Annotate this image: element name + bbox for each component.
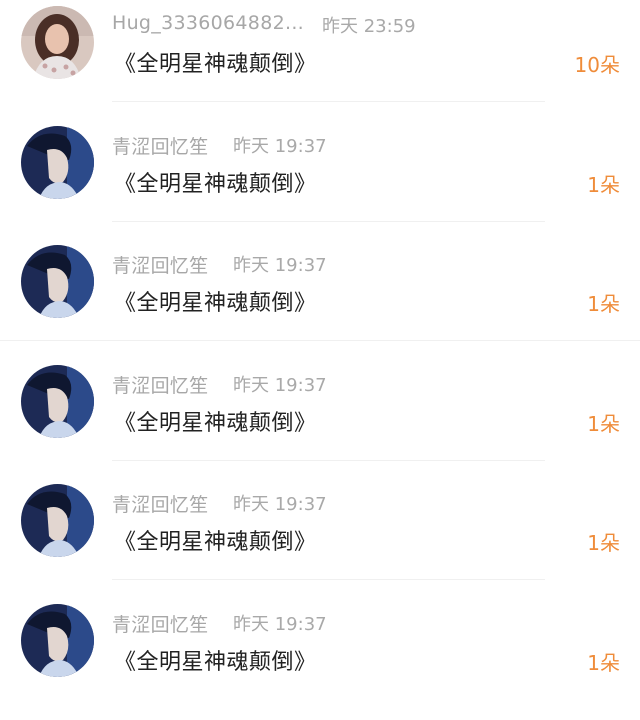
divider <box>112 579 545 580</box>
flower-count: 1朵 <box>587 173 620 197</box>
timestamp: 昨天 19:37 <box>233 494 327 515</box>
divider <box>112 460 545 461</box>
username[interactable]: Hug_3336064882... <box>112 12 304 34</box>
gift-notification-list: Hug_3336064882... 昨天 23:59 《全明星神魂颠倒》 10朵… <box>0 0 640 720</box>
gift-book-title[interactable]: 《全明星神魂颠倒》 <box>114 166 317 198</box>
flower-count: 1朵 <box>587 531 620 555</box>
notification-row[interactable]: 青涩回忆笙 昨天 19:37 《全明星神魂颠倒》 1朵 <box>0 598 640 718</box>
notification-row[interactable]: 青涩回忆笙 昨天 19:37 《全明星神魂颠倒》 1朵 <box>0 120 640 240</box>
gift-book-title[interactable]: 《全明星神魂颠倒》 <box>114 46 317 78</box>
timestamp: 昨天 19:37 <box>233 136 327 157</box>
male-profile-avatar[interactable] <box>21 245 94 318</box>
username[interactable]: 青涩回忆笙 <box>112 490 209 517</box>
male-profile-avatar[interactable] <box>21 126 94 199</box>
divider <box>0 340 640 341</box>
notification-row[interactable]: 青涩回忆笙 昨天 19:37 《全明星神魂颠倒》 1朵 <box>0 239 640 359</box>
female-photo-avatar[interactable] <box>21 6 94 79</box>
timestamp: 昨天 19:37 <box>233 614 327 635</box>
notification-row[interactable]: 青涩回忆笙 昨天 19:37 《全明星神魂颠倒》 1朵 <box>0 478 640 598</box>
username[interactable]: 青涩回忆笙 <box>112 251 209 278</box>
username[interactable]: 青涩回忆笙 <box>112 371 209 398</box>
flower-count: 1朵 <box>587 292 620 316</box>
divider <box>112 101 545 102</box>
timestamp: 昨天 19:37 <box>233 375 327 396</box>
username[interactable]: 青涩回忆笙 <box>112 132 209 159</box>
timestamp: 昨天 23:59 <box>322 16 416 37</box>
male-profile-avatar[interactable] <box>21 604 94 677</box>
timestamp: 昨天 19:37 <box>233 255 327 276</box>
gift-book-title[interactable]: 《全明星神魂颠倒》 <box>114 405 317 437</box>
flower-count: 10朵 <box>574 53 620 77</box>
male-profile-avatar[interactable] <box>21 484 94 557</box>
notification-row[interactable]: Hug_3336064882... 昨天 23:59 《全明星神魂颠倒》 10朵 <box>0 0 640 120</box>
divider <box>112 221 545 222</box>
gift-book-title[interactable]: 《全明星神魂颠倒》 <box>114 524 317 556</box>
username[interactable]: 青涩回忆笙 <box>112 610 209 637</box>
gift-book-title[interactable]: 《全明星神魂颠倒》 <box>114 644 317 676</box>
flower-count: 1朵 <box>587 412 620 436</box>
gift-book-title[interactable]: 《全明星神魂颠倒》 <box>114 285 317 317</box>
flower-count: 1朵 <box>587 651 620 675</box>
male-profile-avatar[interactable] <box>21 365 94 438</box>
notification-row[interactable]: 青涩回忆笙 昨天 19:37 《全明星神魂颠倒》 1朵 <box>0 359 640 479</box>
